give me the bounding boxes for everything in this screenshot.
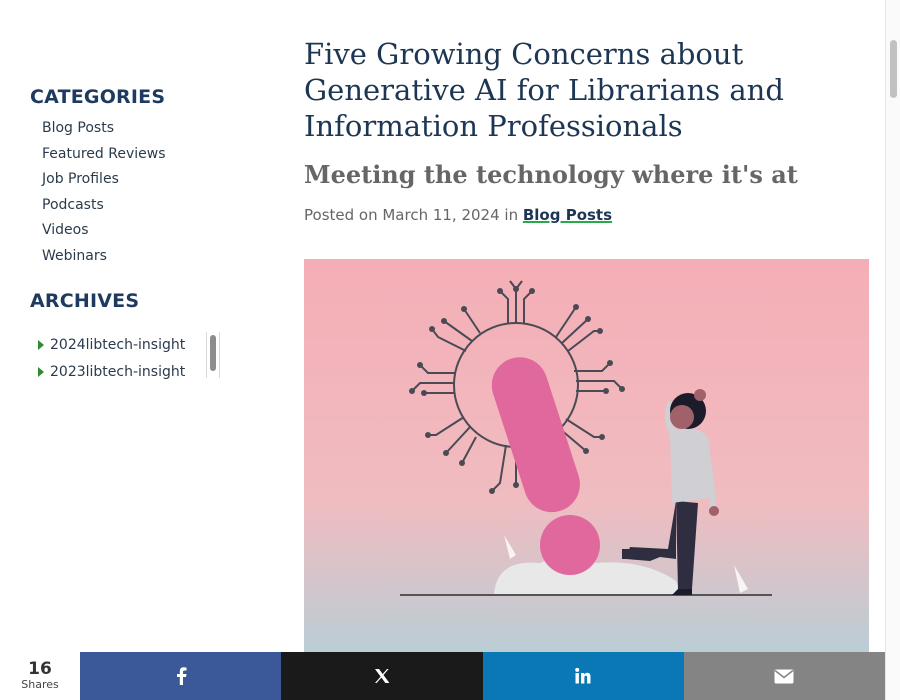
- archives-scrollbar-thumb[interactable]: [210, 334, 216, 371]
- categories-list: Blog Posts Featured Reviews Job Profiles…: [30, 120, 230, 274]
- caret-right-icon: [38, 340, 44, 351]
- post-date: Posted on March 11, 2024 in: [304, 206, 523, 224]
- caret-right-icon: [38, 367, 44, 378]
- exclamation-illustration: [304, 259, 869, 700]
- share-count-label: Shares: [21, 678, 59, 691]
- archives-heading: ARCHIVES: [30, 289, 140, 312]
- page-scrollbar-thumb[interactable]: [890, 40, 897, 98]
- article-subtitle: Meeting the technology where it's at: [304, 160, 798, 189]
- archives-box: 2024libtech-insight 2023libtech-insight: [30, 331, 220, 380]
- email-icon: [774, 669, 794, 683]
- share-count: 16 Shares: [0, 652, 80, 700]
- archive-item[interactable]: 2024libtech-insight: [38, 332, 220, 359]
- archives-scrollbar[interactable]: [206, 331, 220, 378]
- category-link[interactable]: Featured Reviews: [42, 146, 230, 172]
- facebook-icon: [176, 667, 187, 685]
- article-title: Five Growing Concerns about Generative A…: [304, 37, 784, 143]
- facebook-share-button[interactable]: [80, 652, 282, 700]
- linkedin-share-button[interactable]: [482, 652, 684, 700]
- share-bar: 16 Shares: [0, 652, 885, 700]
- post-meta: Posted on March 11, 2024 in Blog Posts: [304, 206, 872, 224]
- category-link[interactable]: Blog Posts: [42, 120, 230, 146]
- archive-label: 2024libtech-insight: [50, 337, 186, 354]
- archive-label: 2023libtech-insight: [50, 364, 186, 381]
- categories-heading: CATEGORIES: [30, 86, 166, 108]
- article-header: Five Growing Concerns about Generative A…: [304, 36, 872, 224]
- archives-list: 2024libtech-insight 2023libtech-insight: [30, 332, 220, 386]
- hero-image: [304, 259, 869, 700]
- share-count-number: 16: [28, 659, 52, 679]
- page-scrollbar[interactable]: [885, 0, 900, 700]
- category-link[interactable]: Job Profiles: [42, 171, 230, 197]
- twitter-share-button[interactable]: [281, 652, 483, 700]
- twitter-icon: [374, 669, 390, 683]
- linkedin-icon: [575, 667, 591, 684]
- email-share-button[interactable]: [683, 652, 885, 700]
- sidebar: CATEGORIES Blog Posts Featured Reviews J…: [30, 86, 230, 380]
- category-link-blog-posts[interactable]: Blog Posts: [523, 206, 612, 224]
- category-link[interactable]: Videos: [42, 222, 230, 248]
- category-link[interactable]: Podcasts: [42, 197, 230, 223]
- category-link[interactable]: Webinars: [42, 248, 230, 274]
- archive-item[interactable]: 2023libtech-insight: [38, 359, 220, 386]
